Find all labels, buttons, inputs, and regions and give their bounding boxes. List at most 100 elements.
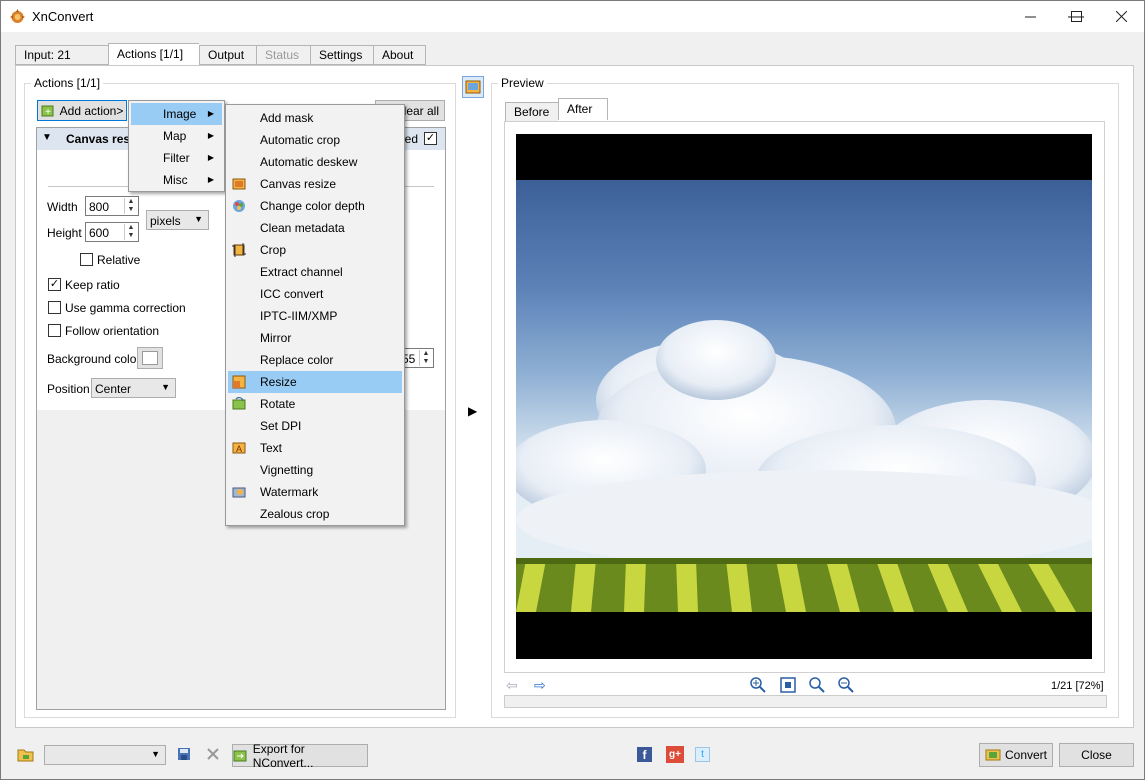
tab-before[interactable]: Before — [505, 102, 558, 122]
save-icon[interactable] — [177, 747, 191, 761]
menu-item-label: Rotate — [260, 397, 296, 411]
relative-checkbox[interactable] — [80, 253, 93, 266]
menu-item-iptc-xmp[interactable]: IPTC-IIM/XMP — [228, 305, 402, 327]
dropdown-arrow-icon: ▼ — [194, 214, 203, 224]
export-nconvert-button[interactable]: Export for NConvert... — [232, 742, 368, 770]
maximize-button[interactable] — [1053, 1, 1099, 32]
menu-item-label: Automatic crop — [260, 133, 341, 147]
open-folder-icon[interactable] — [17, 747, 35, 763]
menu-item-rotate[interactable]: Rotate — [228, 393, 402, 415]
delete-icon[interactable] — [206, 747, 220, 761]
menu-item-map[interactable]: Map ▶ — [131, 125, 222, 147]
convert-label: Convert — [1004, 748, 1048, 762]
app-window: XnConvert — Input: 21 file(s) Actions [1… — [0, 0, 1145, 780]
dropdown-arrow-icon: ▼ — [161, 382, 170, 392]
height-spinbox[interactable]: 600 ▲ ▼ — [85, 222, 139, 242]
close-button[interactable]: Close — [1059, 743, 1134, 767]
menu-item-add-mask[interactable]: Add mask — [228, 107, 402, 129]
add-action-label: Add action> — [59, 103, 124, 118]
zoom-actual-icon[interactable] — [809, 677, 825, 693]
menu-item-automatic-deskew[interactable]: Automatic deskew — [228, 151, 402, 173]
cloud-landscape-image — [516, 320, 1092, 612]
width-spinbox[interactable]: 800 ▲ ▼ — [85, 196, 139, 216]
watermark-icon — [232, 487, 246, 498]
menu-item-label: Set DPI — [260, 419, 302, 433]
preview-toggle-button[interactable] — [462, 76, 484, 98]
text-icon: A — [232, 442, 246, 454]
menu-item-set-dpi[interactable]: Set DPI — [228, 415, 402, 437]
relative-label: Relative — [97, 253, 141, 267]
background-color-button[interactable] — [137, 347, 163, 369]
fit-to-window-icon[interactable] — [780, 677, 796, 693]
menu-item-label: Filter — [163, 151, 190, 165]
zoom-out-icon[interactable] — [838, 677, 854, 693]
minimize-btn[interactable] — [1007, 1, 1053, 32]
tab-input[interactable]: Input: 21 file(s) — [15, 45, 108, 80]
add-action-button[interactable]: + Add action> — [37, 100, 127, 121]
menu-item-resize[interactable]: Resize — [228, 371, 402, 393]
menu-item-mirror[interactable]: Mirror — [228, 327, 402, 349]
actions-group-title: Actions [1/1] — [31, 76, 104, 90]
menu-item-filter[interactable]: Filter ▶ — [131, 147, 222, 169]
menu-item-label: Canvas resize — [260, 177, 337, 191]
google-plus-icon[interactable]: g+ — [666, 746, 684, 763]
background-color-label: Background color — [47, 352, 141, 366]
previous-arrow-icon[interactable]: ⇦ — [506, 677, 518, 694]
menu-item-label: Add mask — [260, 111, 314, 125]
preview-image — [516, 180, 1092, 612]
keep-ratio-label: Keep ratio — [65, 278, 120, 292]
zoom-in-icon[interactable] — [750, 677, 766, 693]
expand-arrow-icon[interactable]: ▶ — [468, 404, 477, 418]
menu-item-label: Crop — [260, 243, 287, 257]
title-bar: XnConvert — — [1, 1, 1144, 32]
submenu-arrow-icon: ▶ — [207, 153, 214, 162]
tab-about[interactable]: About — [373, 45, 426, 65]
color-depth-icon — [233, 200, 245, 212]
next-arrow-icon[interactable]: ⇨ — [534, 677, 546, 694]
menu-item-label: IPTC-IIM/XMP — [260, 309, 338, 323]
orientation-checkbox[interactable] — [48, 324, 61, 337]
preset-combo[interactable]: ▼ — [44, 745, 166, 765]
close-window-button[interactable] — [1098, 1, 1144, 32]
menu-item-automatic-crop[interactable]: Automatic crop — [228, 129, 402, 151]
gamma-checkbox[interactable] — [48, 301, 61, 314]
height-label: Height — [47, 226, 82, 240]
menu-item-crop[interactable]: Crop — [228, 239, 402, 261]
menu-item-canvas-resize[interactable]: Canvas resize — [228, 173, 402, 195]
menu-item-icc-convert[interactable]: ICC convert — [228, 283, 402, 305]
position-combo[interactable]: Center ▼ — [91, 378, 176, 398]
tab-actions[interactable]: Actions [1/1] — [108, 43, 199, 65]
tab-settings[interactable]: Settings — [310, 45, 373, 65]
collapse-triangle-icon[interactable]: ▼ — [42, 132, 52, 143]
menu-item-watermark[interactable]: Watermark — [228, 481, 402, 503]
tab-after[interactable]: After — [558, 98, 608, 120]
menu-item-zealous-crop[interactable]: Zealous crop — [228, 503, 402, 525]
menu-item-vignetting[interactable]: Vignetting — [228, 459, 402, 481]
menu-item-replace-color[interactable]: Replace color — [228, 349, 402, 371]
unit-combo[interactable]: pixels ▼ — [146, 210, 209, 230]
tab-output[interactable]: Output — [199, 45, 256, 65]
spin-arrows-icon[interactable]: ▲ ▼ — [419, 350, 432, 366]
facebook-icon[interactable]: f — [637, 747, 652, 762]
spin-arrows-icon[interactable]: ▲ ▼ — [124, 198, 137, 214]
menu-item-image[interactable]: Image ▶ — [131, 103, 222, 125]
spin-arrows-icon[interactable]: ▲ ▼ — [124, 224, 137, 240]
horizontal-scrollbar[interactable] — [504, 695, 1107, 708]
menu-item-text[interactable]: A Text — [228, 437, 402, 459]
convert-button[interactable]: Convert — [979, 743, 1053, 767]
menu-item-misc[interactable]: Misc ▶ — [131, 169, 222, 191]
export-icon — [233, 750, 247, 761]
resize-icon — [232, 375, 246, 389]
menu-item-clean-metadata[interactable]: Clean metadata — [228, 217, 402, 239]
image-submenu: Add mask Automatic crop Automatic deskew… — [225, 104, 405, 526]
close-label: Close — [1081, 748, 1112, 762]
keep-ratio-checkbox[interactable]: ✓ — [48, 278, 61, 291]
preview-image-canvas — [516, 134, 1092, 659]
enabled-checkbox[interactable]: ✓ — [424, 132, 437, 145]
menu-item-extract-channel[interactable]: Extract channel — [228, 261, 402, 283]
twitter-icon[interactable]: t — [695, 747, 710, 762]
add-action-icon: + — [41, 105, 54, 118]
unit-value: pixels — [150, 214, 181, 228]
position-value: Center — [95, 382, 132, 396]
menu-item-change-color-depth[interactable]: Change color depth — [228, 195, 402, 217]
